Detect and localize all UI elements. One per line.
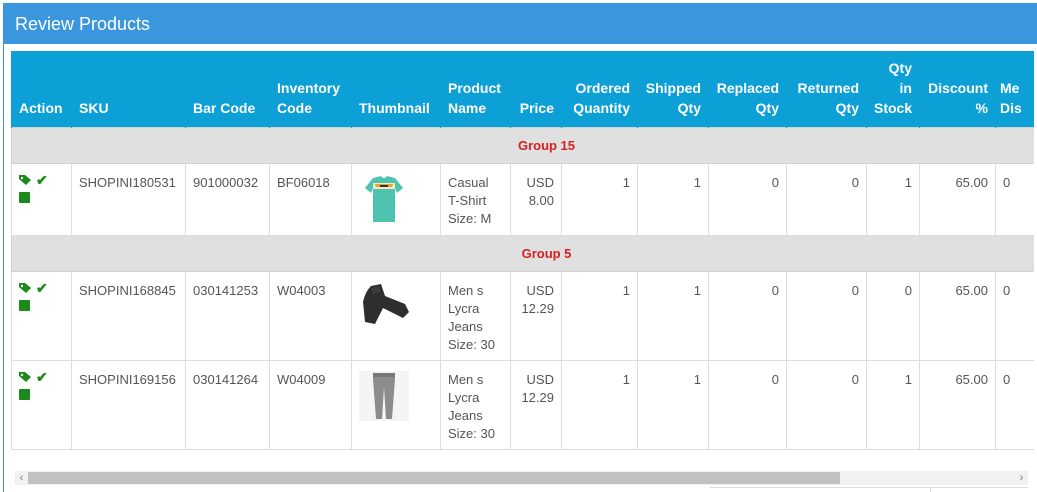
returned-qty: 0 [786,270,867,361]
replaced-qty: 0 [708,359,787,450]
tags-icon[interactable] [19,371,33,383]
member-discount: 0 [995,162,1034,236]
thumbnail-cell [351,162,441,236]
col-action[interactable]: Action [11,51,72,127]
qty-in-stock: 0 [866,270,920,361]
ordered-quantity: 1 [561,162,638,236]
inventory-code: W04009 [269,359,352,450]
col-thumbnail[interactable]: Thumbnail [351,51,441,127]
sku-link[interactable]: SHOPINI169156 [71,359,186,450]
group-row: Group 15 [11,126,1034,164]
col-returned-qty[interactable]: Returned Qty [786,51,867,127]
check-icon[interactable]: ✔ [36,173,48,187]
price: USD 8.00 [510,162,562,236]
ordered-quantity: 1 [561,270,638,361]
horizontal-scrollbar[interactable]: ‹ › [15,471,1028,485]
group-label: Group 15 [11,126,1034,164]
ordered-quantity: 1 [561,359,638,450]
col-product-name[interactable]: Product Name [440,51,511,127]
table-row: ✔ SHOPINI180531 901000032 BF06018 Casual… [11,162,1034,236]
price: USD 12.29 [510,359,562,450]
scroll-left-icon[interactable]: ‹ [15,471,28,485]
col-discount[interactable]: Discount% [919,51,996,127]
tags-icon[interactable] [19,174,33,186]
col-shipped-qty[interactable]: Shipped Qty [637,51,709,127]
status-square-icon[interactable] [19,299,30,311]
replaced-qty: 0 [708,162,787,236]
qty-in-stock: 1 [866,162,920,236]
check-icon[interactable]: ✔ [36,370,48,384]
replaced-qty: 0 [708,270,787,361]
col-price[interactable]: Price [510,51,562,127]
table-header-row: Action SKU Bar Code Inventory Code Thumbn… [11,51,1034,127]
inventory-code: BF06018 [269,162,352,236]
check-icon[interactable]: ✔ [36,281,48,295]
discount: 65.00 [919,162,996,236]
price: USD 12.29 [510,270,562,361]
shipped-qty: 1 [637,162,709,236]
product-name: Men s Lycra Jeans Size: 30 [440,359,511,450]
col-qty-in-stock[interactable]: Qty in Stock [866,51,920,127]
tags-icon[interactable] [19,282,33,294]
tshirt-thumbnail[interactable] [359,174,409,226]
discount: 65.00 [919,359,996,450]
member-discount: 0 [995,359,1034,450]
sku-link[interactable]: SHOPINI180531 [71,162,186,236]
status-square-icon[interactable] [19,388,30,400]
group-row: Group 5 [11,234,1034,272]
action-cell: ✔ [11,270,72,361]
scrollbar-thumb[interactable] [28,472,840,484]
jeans-thumbnail[interactable] [359,370,409,421]
col-barcode[interactable]: Bar Code [185,51,270,127]
returned-qty: 0 [786,359,867,450]
group-label: Group 5 [11,234,1034,272]
col-sku[interactable]: SKU [71,51,186,127]
sku-link[interactable]: SHOPINI168845 [71,270,186,361]
returned-qty: 0 [786,162,867,236]
member-discount: 0 [995,270,1034,361]
col-ordered-quantity[interactable]: Ordered Quantity [561,51,638,127]
barcode: 901000032 [185,162,270,236]
barcode: 030141253 [185,270,270,361]
product-name: Casual T-Shirt Size: M [440,162,511,236]
inventory-code: W04003 [269,270,352,361]
products-table: Action SKU Bar Code Inventory Code Thumbn… [11,51,1034,450]
divider [930,487,931,492]
action-cell: ✔ [11,162,72,236]
table-row: ✔ SHOPINI168845 030141253 W04003 Men s Ly… [11,270,1034,361]
jeans-thumbnail[interactable] [359,282,411,328]
col-inventory-code[interactable]: Inventory Code [269,51,352,127]
barcode: 030141264 [185,359,270,450]
product-name: Men s Lycra Jeans Size: 30 [440,270,511,361]
thumbnail-cell [351,270,441,361]
scroll-right-icon[interactable]: › [1015,471,1028,485]
shipped-qty: 1 [637,359,709,450]
table-row: ✔ SHOPINI169156 030141264 W04009 Men s Ly… [11,359,1034,450]
col-member-discount[interactable]: Me Dis [995,51,1034,127]
thumbnail-cell [351,359,441,450]
discount: 65.00 [919,270,996,361]
table-scroll-area[interactable]: Action SKU Bar Code Inventory Code Thumbn… [11,51,1034,451]
panel-title: Review Products [4,4,1037,44]
col-replaced-qty[interactable]: Replaced Qty [708,51,787,127]
status-square-icon[interactable] [19,191,30,203]
divider [710,487,1028,488]
shipped-qty: 1 [637,270,709,361]
action-cell: ✔ [11,359,72,450]
qty-in-stock: 1 [866,359,920,450]
